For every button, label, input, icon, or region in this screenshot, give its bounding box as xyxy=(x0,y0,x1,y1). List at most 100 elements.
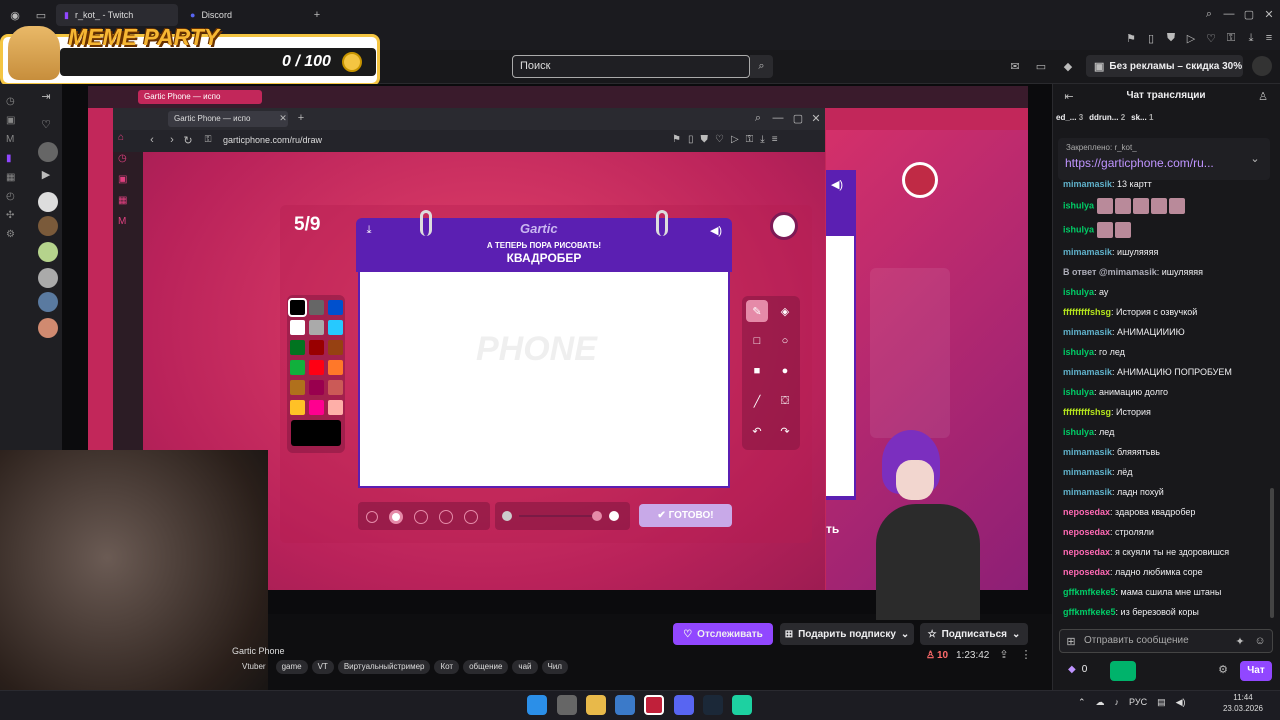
chat-username[interactable]: neposedax xyxy=(1063,507,1110,517)
forward-icon[interactable]: › xyxy=(166,134,178,146)
play-icon[interactable]: ▷ xyxy=(731,134,739,145)
color-swatch[interactable] xyxy=(328,400,343,415)
search-icon[interactable]: ⌕ xyxy=(1202,8,1216,21)
m-icon[interactable]: M xyxy=(6,134,24,145)
color-swatch[interactable] xyxy=(328,300,343,315)
tag[interactable]: чай xyxy=(512,660,538,674)
channel-avatar[interactable] xyxy=(38,142,58,162)
close-tab-icon[interactable]: ✕ xyxy=(278,113,288,124)
puzzle-icon[interactable]: ✣ xyxy=(6,210,24,221)
new-tab-button[interactable]: + xyxy=(296,112,306,124)
reload-icon[interactable]: ↻ xyxy=(182,134,194,147)
emote-icon[interactable]: ✦ xyxy=(1234,635,1246,648)
store-icon[interactable] xyxy=(615,695,635,715)
channel-avatar[interactable] xyxy=(38,242,58,262)
gear-icon[interactable]: ⚙ xyxy=(1216,663,1230,676)
game-name[interactable]: Gartic Phone xyxy=(232,646,285,656)
top-user[interactable]: ed_... 3 xyxy=(1056,113,1083,122)
gift-sub-button[interactable]: ⊞ Подарить подписку ⌄ xyxy=(780,623,914,645)
chat-username[interactable]: ishulya xyxy=(1063,387,1094,397)
color-swatch[interactable] xyxy=(309,380,324,395)
chat-username[interactable]: fffffffffshsg xyxy=(1063,307,1111,317)
tab-list-icon[interactable]: ▭ xyxy=(34,8,48,22)
chat-message[interactable]: ishulya: анимацию долго xyxy=(1063,386,1263,398)
emote-image[interactable] xyxy=(1114,198,1131,214)
chat-username[interactable]: mimamasik xyxy=(1063,467,1112,477)
clock-icon[interactable]: ◴ xyxy=(6,191,24,202)
tag[interactable]: game xyxy=(275,660,308,674)
prediction-button[interactable] xyxy=(1110,661,1136,681)
close-icon[interactable]: ✕ xyxy=(1262,8,1276,21)
chat-message[interactable]: neposedax: строляли xyxy=(1063,526,1263,538)
chat-username[interactable]: ishulya xyxy=(1063,427,1094,437)
cloud-icon[interactable]: ☁ xyxy=(1096,697,1105,708)
undo-icon[interactable]: ↶ xyxy=(746,420,768,442)
chat-message[interactable]: ishulya: го лед xyxy=(1063,346,1263,358)
tag[interactable]: VT xyxy=(311,660,334,674)
color-swatch[interactable] xyxy=(290,360,305,375)
history-icon[interactable]: ◷ xyxy=(6,96,24,107)
eraser-icon[interactable]: ◈ xyxy=(774,300,796,322)
camera-icon[interactable]: ▣ xyxy=(6,115,24,126)
tab-twitch[interactable]: ▮ r_kot_ - Twitch xyxy=(56,4,178,26)
home-icon[interactable]: ⌂ xyxy=(118,132,138,143)
chat-message[interactable]: mimamasik: ишуляяяя xyxy=(1063,246,1263,258)
browser-menu-icon[interactable]: ◉ xyxy=(8,8,22,22)
m-icon[interactable]: M xyxy=(118,216,138,227)
circle-icon[interactable]: ○ xyxy=(774,330,796,352)
chat-username[interactable]: fffffffffshsg xyxy=(1063,407,1111,417)
size-1[interactable] xyxy=(366,511,378,523)
chat-username[interactable]: gffkmfkeke5 xyxy=(1063,607,1116,617)
channel-points[interactable]: ◆ 0 xyxy=(1068,664,1087,675)
heart-icon[interactable]: ♡ xyxy=(38,118,54,131)
lock-icon[interactable]: ⚿ xyxy=(1224,32,1238,45)
done-button[interactable]: ✔ ГОТОВО! xyxy=(639,504,732,527)
filled-square-icon[interactable]: ■ xyxy=(746,360,768,382)
history-icon[interactable]: ◷ xyxy=(118,153,138,164)
redo-icon[interactable]: ↷ xyxy=(774,420,796,442)
size-5[interactable] xyxy=(464,510,478,524)
camera-icon[interactable]: ▶ xyxy=(38,168,54,181)
tag[interactable]: общение xyxy=(463,660,509,674)
chat-message[interactable]: neposedax: я скуяли ты не здоровишся xyxy=(1063,546,1263,558)
line-icon[interactable]: ╱ xyxy=(746,390,768,412)
size-3[interactable] xyxy=(414,510,428,524)
chat-message[interactable]: fffffffffshsg: История xyxy=(1063,406,1263,418)
channel-avatar[interactable] xyxy=(38,192,58,212)
color-swatch[interactable] xyxy=(309,360,324,375)
heart-icon[interactable]: ♡ xyxy=(1204,32,1218,45)
color-swatch[interactable] xyxy=(290,340,305,355)
channel-avatar[interactable] xyxy=(38,318,58,338)
minimize-icon[interactable]: — xyxy=(1222,8,1236,20)
follow-button[interactable]: ♡ Отслеживать xyxy=(673,623,773,645)
emote-image[interactable] xyxy=(1168,198,1185,214)
color-swatch[interactable] xyxy=(309,320,324,335)
share-icon[interactable]: ⇪ xyxy=(998,648,1010,661)
size-4[interactable] xyxy=(439,510,453,524)
chat-username[interactable]: mimamasik xyxy=(1063,367,1112,377)
chat-username[interactable]: mimamasik xyxy=(1063,487,1112,497)
color-swatch[interactable] xyxy=(328,340,343,355)
shield-icon[interactable]: ⛊ xyxy=(700,134,708,145)
close-icon[interactable]: ✕ xyxy=(810,112,822,125)
size-2[interactable] xyxy=(389,510,403,524)
chat-message[interactable]: mimamasik: 13 картт xyxy=(1063,178,1263,190)
chevron-up-icon[interactable]: ⌃ xyxy=(1078,697,1086,708)
sound-icon[interactable]: ◀) xyxy=(708,224,724,237)
chat-username[interactable]: neposedax xyxy=(1063,547,1110,557)
chat-message[interactable]: mimamasik: АНИМАЦИИИЮ xyxy=(1063,326,1263,338)
volume-icon[interactable]: ◀) xyxy=(1176,697,1186,708)
lock-icon[interactable]: ⚿ xyxy=(746,134,754,145)
chat-username[interactable]: mimamasik xyxy=(1063,327,1112,337)
browser-icon[interactable] xyxy=(644,695,664,715)
search-icon[interactable]: ⌕ xyxy=(750,55,773,78)
chat-username[interactable]: mimamasik xyxy=(1063,179,1112,189)
square-icon[interactable]: □ xyxy=(746,330,768,352)
apps-icon[interactable]: ▦ xyxy=(118,195,138,206)
chat-username[interactable]: ishulya xyxy=(1063,224,1094,234)
chat-message[interactable]: ishulya: лед xyxy=(1063,426,1263,438)
bookmarks-icon[interactable]: ▯ xyxy=(688,134,694,145)
color-swatch[interactable] xyxy=(290,320,305,335)
back-icon[interactable]: ‹ xyxy=(146,134,158,146)
menu-icon[interactable]: ≡ xyxy=(1262,32,1276,44)
